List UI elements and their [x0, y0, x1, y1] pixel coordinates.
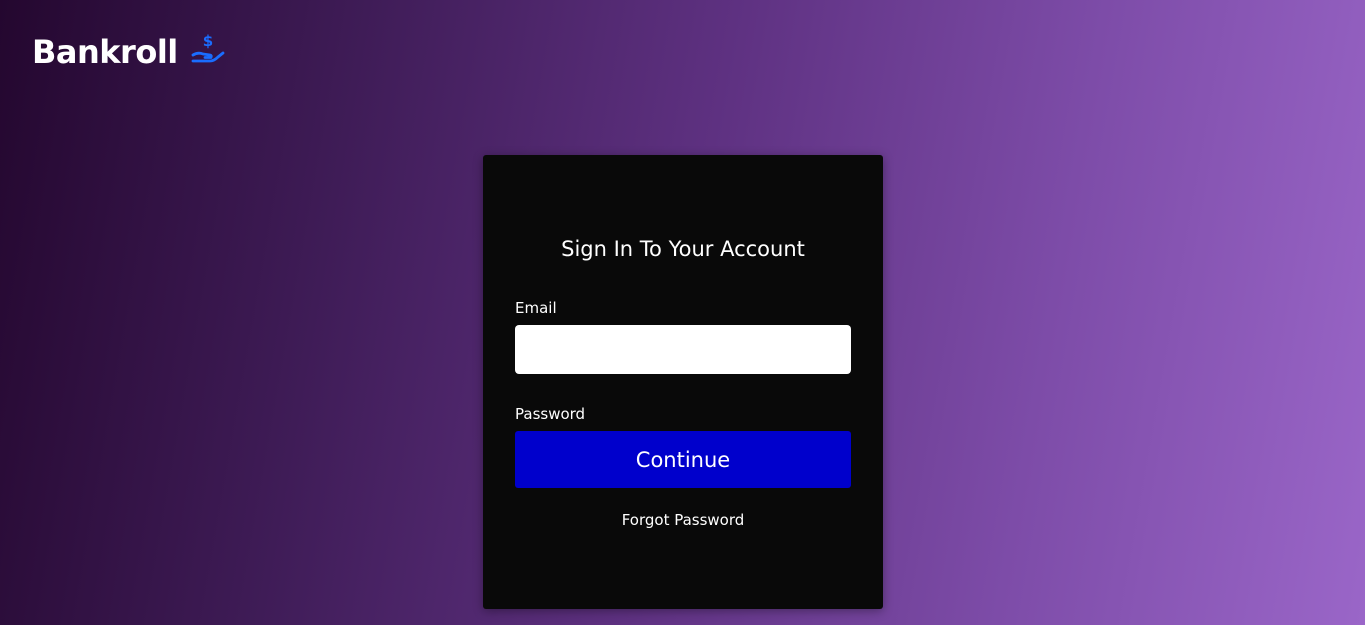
forgot-password-link[interactable]: Forgot Password: [483, 510, 883, 530]
hand-dollar-icon: $: [190, 31, 226, 67]
brand-name: Bankroll: [32, 33, 178, 71]
brand-logo[interactable]: Bankroll $: [32, 30, 226, 74]
email-label: Email: [515, 299, 557, 317]
sign-in-title: Sign In To Your Account: [561, 237, 805, 261]
password-label: Password: [515, 405, 586, 423]
continue-button[interactable]: Continue: [515, 431, 851, 488]
sign-in-card: Sign In To Your Account Email Password C…: [483, 155, 883, 609]
email-field[interactable]: [515, 325, 851, 374]
svg-text:$: $: [203, 32, 213, 50]
